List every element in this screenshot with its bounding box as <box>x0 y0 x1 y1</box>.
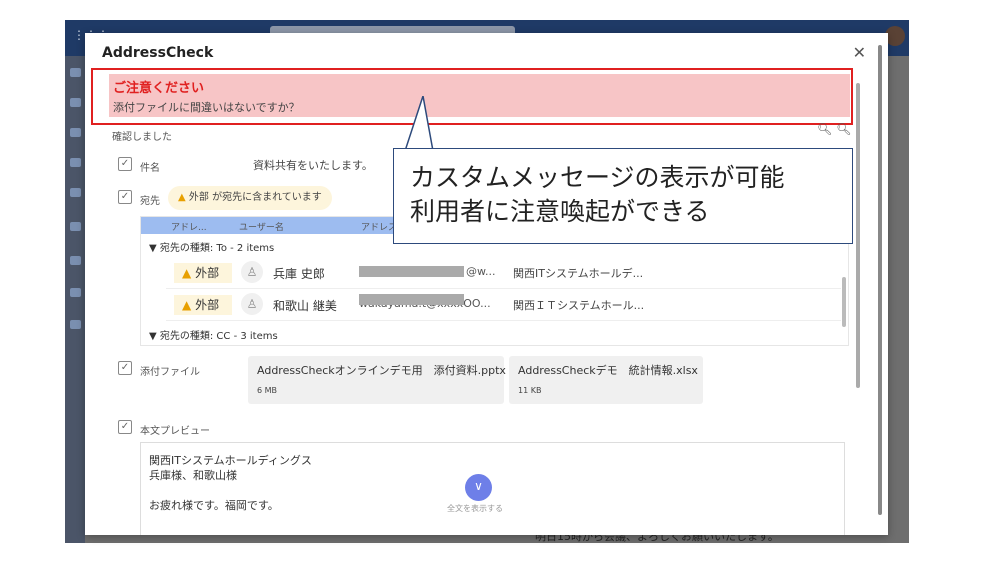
attachments-checkbox[interactable]: ✓ <box>118 361 132 375</box>
external-badge: ▲ 外部 <box>174 263 232 283</box>
app-rail <box>65 56 85 543</box>
people-icon[interactable] <box>70 158 81 167</box>
redacted-email <box>359 294 464 305</box>
subject-checkbox[interactable]: ✓ <box>118 157 132 171</box>
content-scrollbar[interactable] <box>856 83 860 388</box>
files-icon[interactable] <box>70 222 81 231</box>
company: 関西ＩＴシステムホール... <box>513 299 645 312</box>
addin-icon[interactable] <box>70 320 81 329</box>
chevron-down-icon: ∨ <box>474 479 483 493</box>
person-icon: ♙ <box>241 293 263 315</box>
attachments-label: 添付ファイル <box>140 367 200 378</box>
recipients-checkbox[interactable]: ✓ <box>118 190 132 204</box>
column-header[interactable]: ユーザー名 <box>239 220 284 233</box>
onedrive-icon[interactable] <box>70 288 81 297</box>
body-label: 本文プレビュー <box>140 426 210 437</box>
subject-label: 件名 <box>140 163 160 174</box>
zoom-out-icon[interactable]: 🔍︎ <box>817 122 832 136</box>
close-icon[interactable]: ✕ <box>853 43 866 62</box>
subject-value: 資料共有をいたします。 <box>253 159 373 172</box>
recipients-label: 宛先 <box>140 196 160 207</box>
group-header-to[interactable]: ▼ 宛先の種類: To - 2 items <box>149 239 274 254</box>
table-row[interactable]: ▲ 外部 ♙ 兵庫 史郎 @w... 関西ITシステムホールデ... <box>166 258 841 289</box>
company: 関西ITシステムホールデ... <box>513 267 644 280</box>
warning-icon: ▲ <box>182 298 192 312</box>
person-icon: ♙ <box>241 261 263 283</box>
dialog-title: AddressCheck <box>102 45 214 61</box>
user-name: 兵庫 史郎 <box>273 267 325 281</box>
callout-pointer <box>405 96 434 152</box>
expand-label[interactable]: 全文を表示する <box>447 503 503 514</box>
calendar-icon[interactable] <box>70 98 81 107</box>
dialog-scrollbar[interactable] <box>878 45 882 515</box>
external-badge: ▲ 外部 <box>174 295 232 315</box>
todo-icon[interactable] <box>70 188 81 197</box>
warning-icon: ▲ <box>178 192 186 203</box>
user-name: 和歌山 継美 <box>273 299 337 313</box>
confirmed-label: 確認しました <box>112 132 172 143</box>
mail-icon[interactable] <box>70 68 81 77</box>
expand-button[interactable]: ∨ <box>465 474 492 501</box>
attachment-file[interactable]: AddressCheckデモ 統計情報.xlsx 11 KB <box>509 356 703 404</box>
org-icon[interactable] <box>70 256 81 265</box>
alert-message: 添付ファイルに間違いはないですか？ <box>113 101 300 114</box>
attachment-file[interactable]: AddressCheckオンラインデモ用 添付資料.pptx 6 MB <box>248 356 506 404</box>
column-header[interactable]: アドレス <box>361 220 397 233</box>
zoom-in-icon[interactable]: 🔍︎ <box>836 122 851 136</box>
zoom-controls: 🔍︎ 🔍︎ <box>817 122 851 136</box>
alert-title: ご注意ください <box>113 81 205 96</box>
annotation-callout: カスタムメッセージの表示が可能 利用者に注意喚起ができる <box>393 148 853 244</box>
table-row[interactable]: ▲ 外部 ♙ 和歌山 継美 wakayama.t@xxxxOO... 関西ＩＴシ… <box>166 290 841 321</box>
addresscheck-dialog: AddressCheck ✕ ご注意ください 添付ファイルに間違いはないですか？… <box>85 33 888 535</box>
group-header-cc[interactable]: ▼ 宛先の種類: CC - 3 items <box>149 327 278 342</box>
copilot-icon[interactable] <box>70 128 81 137</box>
table-scrollbar[interactable] <box>842 277 846 327</box>
avatar[interactable] <box>885 26 905 46</box>
warning-icon: ▲ <box>182 266 192 280</box>
column-header[interactable]: アドレ... <box>171 220 207 233</box>
body-checkbox[interactable]: ✓ <box>118 420 132 434</box>
redacted-email <box>359 266 464 277</box>
custom-alert: ご注意ください 添付ファイルに間違いはないですか？ <box>91 68 853 125</box>
external-warning-badge: ▲ 外部 が宛先に含まれています <box>168 186 332 210</box>
email: @w... <box>466 265 496 278</box>
body-preview: 関西ITシステムホールディングス 兵庫様、和歌山様 お疲れ様です。福岡です。 <box>140 442 845 535</box>
